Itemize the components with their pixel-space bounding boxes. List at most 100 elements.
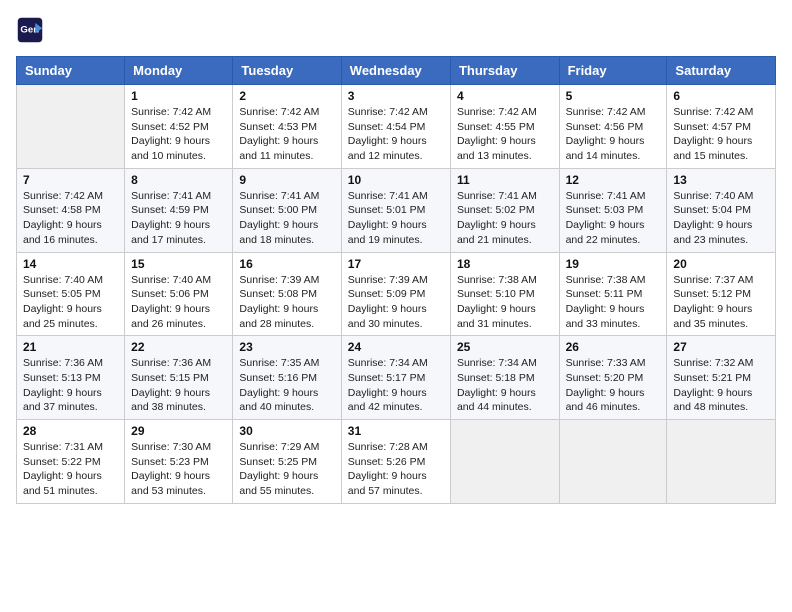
calendar-cell: 25 Sunrise: 7:34 AM Sunset: 5:18 PM Dayli… [450, 336, 559, 420]
day-info: Sunrise: 7:30 AM Sunset: 5:23 PM Dayligh… [131, 440, 226, 499]
day-info: Sunrise: 7:40 AM Sunset: 5:05 PM Dayligh… [23, 273, 118, 332]
calendar-cell: 6 Sunrise: 7:42 AM Sunset: 4:57 PM Daylig… [667, 85, 776, 169]
day-info: Sunrise: 7:34 AM Sunset: 5:18 PM Dayligh… [457, 356, 553, 415]
weekday-header: Wednesday [341, 57, 450, 85]
calendar-cell: 13 Sunrise: 7:40 AM Sunset: 5:04 PM Dayli… [667, 168, 776, 252]
calendar-cell: 28 Sunrise: 7:31 AM Sunset: 5:22 PM Dayli… [17, 420, 125, 504]
day-number: 22 [131, 340, 226, 354]
calendar-cell: 31Sunrise: 7:28 AM Sunset: 5:26 PM Dayli… [341, 420, 450, 504]
calendar-cell [667, 420, 776, 504]
day-number: 16 [239, 257, 334, 271]
calendar-cell: 14 Sunrise: 7:40 AM Sunset: 5:05 PM Dayli… [17, 252, 125, 336]
day-info: Sunrise: 7:38 AM Sunset: 5:11 PM Dayligh… [566, 273, 661, 332]
day-number: 19 [566, 257, 661, 271]
day-info: Sunrise: 7:41 AM Sunset: 5:03 PM Dayligh… [566, 189, 661, 248]
day-number: 20 [673, 257, 769, 271]
day-number: 4 [457, 89, 553, 103]
day-info: Sunrise: 7:36 AM Sunset: 5:15 PM Dayligh… [131, 356, 226, 415]
calendar-cell: 7 Sunrise: 7:42 AM Sunset: 4:58 PM Daylig… [17, 168, 125, 252]
calendar-cell: 9 Sunrise: 7:41 AM Sunset: 5:00 PM Daylig… [233, 168, 341, 252]
day-number: 28 [23, 424, 118, 438]
calendar-cell [17, 85, 125, 169]
weekday-header: Sunday [17, 57, 125, 85]
day-info: Sunrise: 7:42 AM Sunset: 4:55 PM Dayligh… [457, 105, 553, 164]
calendar-cell: 29 Sunrise: 7:30 AM Sunset: 5:23 PM Dayli… [125, 420, 233, 504]
day-info: Sunrise: 7:41 AM Sunset: 5:00 PM Dayligh… [239, 189, 334, 248]
calendar-cell: 30 Sunrise: 7:29 AM Sunset: 5:25 PM Dayli… [233, 420, 341, 504]
day-number: 31 [348, 424, 444, 438]
day-info: Sunrise: 7:36 AM Sunset: 5:13 PM Dayligh… [23, 356, 118, 415]
calendar-cell: 19 Sunrise: 7:38 AM Sunset: 5:11 PM Dayli… [559, 252, 667, 336]
day-info: Sunrise: 7:38 AM Sunset: 5:10 PM Dayligh… [457, 273, 553, 332]
day-info: Sunrise: 7:41 AM Sunset: 5:02 PM Dayligh… [457, 189, 553, 248]
day-info: Sunrise: 7:33 AM Sunset: 5:20 PM Dayligh… [566, 356, 661, 415]
day-number: 30 [239, 424, 334, 438]
day-info: Sunrise: 7:35 AM Sunset: 5:16 PM Dayligh… [239, 356, 334, 415]
day-number: 29 [131, 424, 226, 438]
calendar-week-row: 7 Sunrise: 7:42 AM Sunset: 4:58 PM Daylig… [17, 168, 776, 252]
day-number: 2 [239, 89, 334, 103]
day-number: 10 [348, 173, 444, 187]
day-info: Sunrise: 7:40 AM Sunset: 5:06 PM Dayligh… [131, 273, 226, 332]
day-info: Sunrise: 7:42 AM Sunset: 4:53 PM Dayligh… [239, 105, 334, 164]
calendar-cell: 27 Sunrise: 7:32 AM Sunset: 5:21 PM Dayli… [667, 336, 776, 420]
calendar-cell [559, 420, 667, 504]
day-info: Sunrise: 7:41 AM Sunset: 5:01 PM Dayligh… [348, 189, 444, 248]
day-info: Sunrise: 7:42 AM Sunset: 4:54 PM Dayligh… [348, 105, 444, 164]
calendar-week-row: 1 Sunrise: 7:42 AM Sunset: 4:52 PM Daylig… [17, 85, 776, 169]
logo: Gen [16, 16, 48, 44]
calendar-cell: 18 Sunrise: 7:38 AM Sunset: 5:10 PM Dayli… [450, 252, 559, 336]
day-number: 24 [348, 340, 444, 354]
calendar-cell: 5 Sunrise: 7:42 AM Sunset: 4:56 PM Daylig… [559, 85, 667, 169]
calendar-cell: 4 Sunrise: 7:42 AM Sunset: 4:55 PM Daylig… [450, 85, 559, 169]
day-info: Sunrise: 7:34 AM Sunset: 5:17 PM Dayligh… [348, 356, 444, 415]
day-info: Sunrise: 7:29 AM Sunset: 5:25 PM Dayligh… [239, 440, 334, 499]
day-number: 9 [239, 173, 334, 187]
calendar-week-row: 28 Sunrise: 7:31 AM Sunset: 5:22 PM Dayli… [17, 420, 776, 504]
calendar-cell: 24 Sunrise: 7:34 AM Sunset: 5:17 PM Dayli… [341, 336, 450, 420]
day-number: 25 [457, 340, 553, 354]
calendar-week-row: 21Sunrise: 7:36 AM Sunset: 5:13 PM Dayli… [17, 336, 776, 420]
day-number: 5 [566, 89, 661, 103]
calendar-cell: 23 Sunrise: 7:35 AM Sunset: 5:16 PM Dayli… [233, 336, 341, 420]
day-number: 18 [457, 257, 553, 271]
day-number: 11 [457, 173, 553, 187]
day-number: 12 [566, 173, 661, 187]
day-info: Sunrise: 7:42 AM Sunset: 4:52 PM Dayligh… [131, 105, 226, 164]
day-number: 27 [673, 340, 769, 354]
calendar-cell: 21Sunrise: 7:36 AM Sunset: 5:13 PM Dayli… [17, 336, 125, 420]
calendar-week-row: 14 Sunrise: 7:40 AM Sunset: 5:05 PM Dayli… [17, 252, 776, 336]
weekday-header: Thursday [450, 57, 559, 85]
day-number: 26 [566, 340, 661, 354]
day-info: Sunrise: 7:42 AM Sunset: 4:58 PM Dayligh… [23, 189, 118, 248]
calendar-cell: 16 Sunrise: 7:39 AM Sunset: 5:08 PM Dayli… [233, 252, 341, 336]
day-info: Sunrise: 7:32 AM Sunset: 5:21 PM Dayligh… [673, 356, 769, 415]
day-number: 14 [23, 257, 118, 271]
calendar-cell: 22 Sunrise: 7:36 AM Sunset: 5:15 PM Dayli… [125, 336, 233, 420]
day-info: Sunrise: 7:37 AM Sunset: 5:12 PM Dayligh… [673, 273, 769, 332]
weekday-header: Monday [125, 57, 233, 85]
day-number: 8 [131, 173, 226, 187]
calendar-cell: 2 Sunrise: 7:42 AM Sunset: 4:53 PM Daylig… [233, 85, 341, 169]
day-number: 7 [23, 173, 118, 187]
day-number: 17 [348, 257, 444, 271]
day-number: 13 [673, 173, 769, 187]
calendar-cell: 1 Sunrise: 7:42 AM Sunset: 4:52 PM Daylig… [125, 85, 233, 169]
day-info: Sunrise: 7:40 AM Sunset: 5:04 PM Dayligh… [673, 189, 769, 248]
calendar-cell: 26 Sunrise: 7:33 AM Sunset: 5:20 PM Dayli… [559, 336, 667, 420]
day-number: 1 [131, 89, 226, 103]
calendar-cell: 10 Sunrise: 7:41 AM Sunset: 5:01 PM Dayli… [341, 168, 450, 252]
calendar-cell: 3 Sunrise: 7:42 AM Sunset: 4:54 PM Daylig… [341, 85, 450, 169]
calendar-cell: 8Sunrise: 7:41 AM Sunset: 4:59 PM Daylig… [125, 168, 233, 252]
day-info: Sunrise: 7:42 AM Sunset: 4:57 PM Dayligh… [673, 105, 769, 164]
day-info: Sunrise: 7:42 AM Sunset: 4:56 PM Dayligh… [566, 105, 661, 164]
day-info: Sunrise: 7:31 AM Sunset: 5:22 PM Dayligh… [23, 440, 118, 499]
day-number: 23 [239, 340, 334, 354]
day-number: 3 [348, 89, 444, 103]
calendar-cell: 11 Sunrise: 7:41 AM Sunset: 5:02 PM Dayli… [450, 168, 559, 252]
calendar-cell: 20 Sunrise: 7:37 AM Sunset: 5:12 PM Dayli… [667, 252, 776, 336]
day-info: Sunrise: 7:39 AM Sunset: 5:08 PM Dayligh… [239, 273, 334, 332]
day-number: 6 [673, 89, 769, 103]
calendar-cell [450, 420, 559, 504]
day-number: 15 [131, 257, 226, 271]
